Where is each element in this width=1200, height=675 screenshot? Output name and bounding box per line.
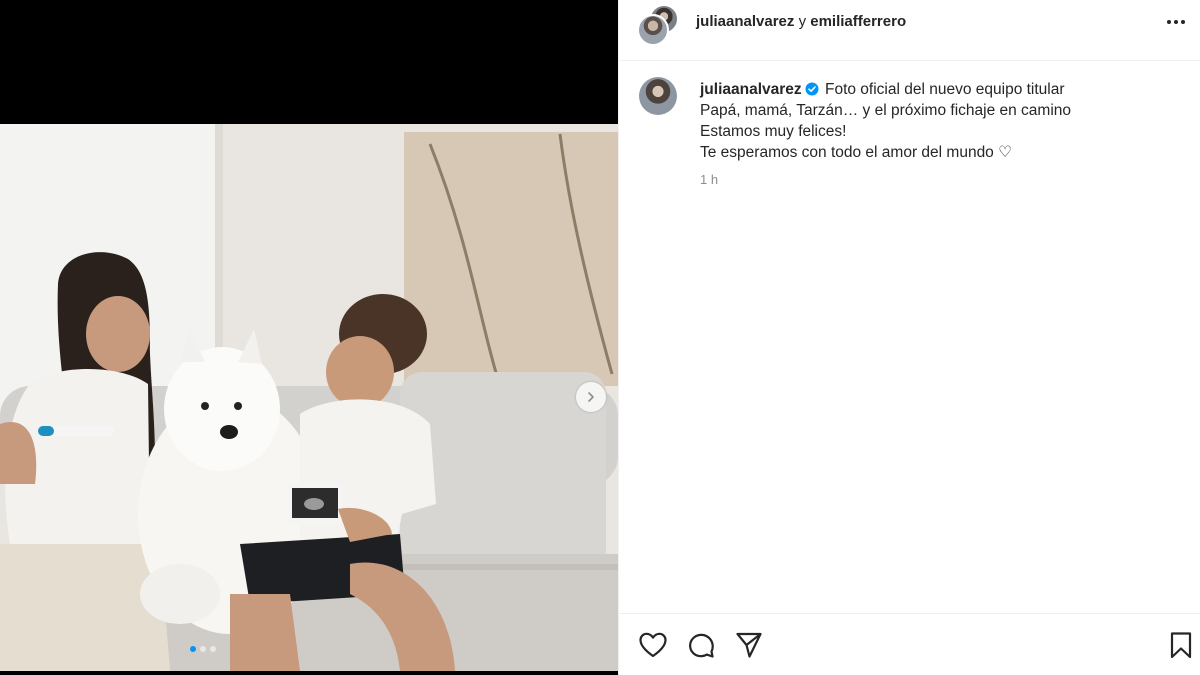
carousel-next-button[interactable]	[576, 382, 606, 412]
more-options-button[interactable]	[1164, 10, 1188, 34]
post-header: juliaanalvarez y emiliafferrero	[619, 0, 1200, 61]
bookmark-icon	[1170, 632, 1192, 659]
carousel-indicator	[190, 646, 216, 652]
caption-username[interactable]: juliaanalvarez	[700, 81, 802, 98]
instagram-post: juliaanalvarez y emiliafferrero juliaana…	[0, 0, 1200, 675]
verified-badge-icon	[805, 82, 819, 96]
username-link[interactable]: juliaanalvarez	[696, 13, 794, 30]
carousel-dot	[210, 646, 216, 652]
avatar[interactable]	[637, 14, 669, 46]
caption-line-4: Te esperamos con todo el amor del mundo	[700, 144, 994, 161]
chevron-right-icon	[588, 392, 594, 402]
more-horizontal-icon	[1167, 20, 1185, 24]
photo-illustration	[0, 124, 618, 671]
caption-text: juliaanalvarez Foto oficial del nuevo eq…	[700, 79, 1170, 163]
conjunction-text: y	[798, 13, 807, 30]
collab-avatars[interactable]	[637, 4, 679, 46]
like-button[interactable]	[638, 630, 668, 660]
share-icon	[736, 632, 762, 658]
caption-line: juliaanalvarez Foto oficial del nuevo eq…	[700, 79, 1170, 100]
caption-line-1: Foto oficial del nuevo equipo titular	[824, 81, 1065, 98]
post-timestamp[interactable]: 1 h	[700, 172, 718, 187]
avatar[interactable]	[639, 77, 677, 115]
header-usernames: juliaanalvarez y emiliafferrero	[696, 13, 906, 30]
save-button[interactable]	[1166, 630, 1196, 660]
caption-line-3: Estamos muy felices!	[700, 123, 847, 140]
share-button[interactable]	[734, 630, 764, 660]
heart-icon	[639, 632, 667, 658]
post-photo[interactable]	[0, 124, 618, 671]
heart-emoji: ♡	[998, 144, 1013, 161]
action-bar	[619, 613, 1200, 675]
caption-line-2: Papá, mamá, Tarzán… y el próximo fichaje…	[700, 102, 1072, 119]
post-panel: juliaanalvarez y emiliafferrero juliaana…	[618, 0, 1200, 675]
comment-icon	[689, 633, 714, 658]
comment-button[interactable]	[686, 630, 716, 660]
post-media	[0, 0, 618, 675]
carousel-dot	[200, 646, 206, 652]
caption-line: Te esperamos con todo el amor del mundo …	[700, 142, 1170, 163]
username-link[interactable]: emiliafferrero	[810, 13, 906, 30]
carousel-dot	[190, 646, 196, 652]
